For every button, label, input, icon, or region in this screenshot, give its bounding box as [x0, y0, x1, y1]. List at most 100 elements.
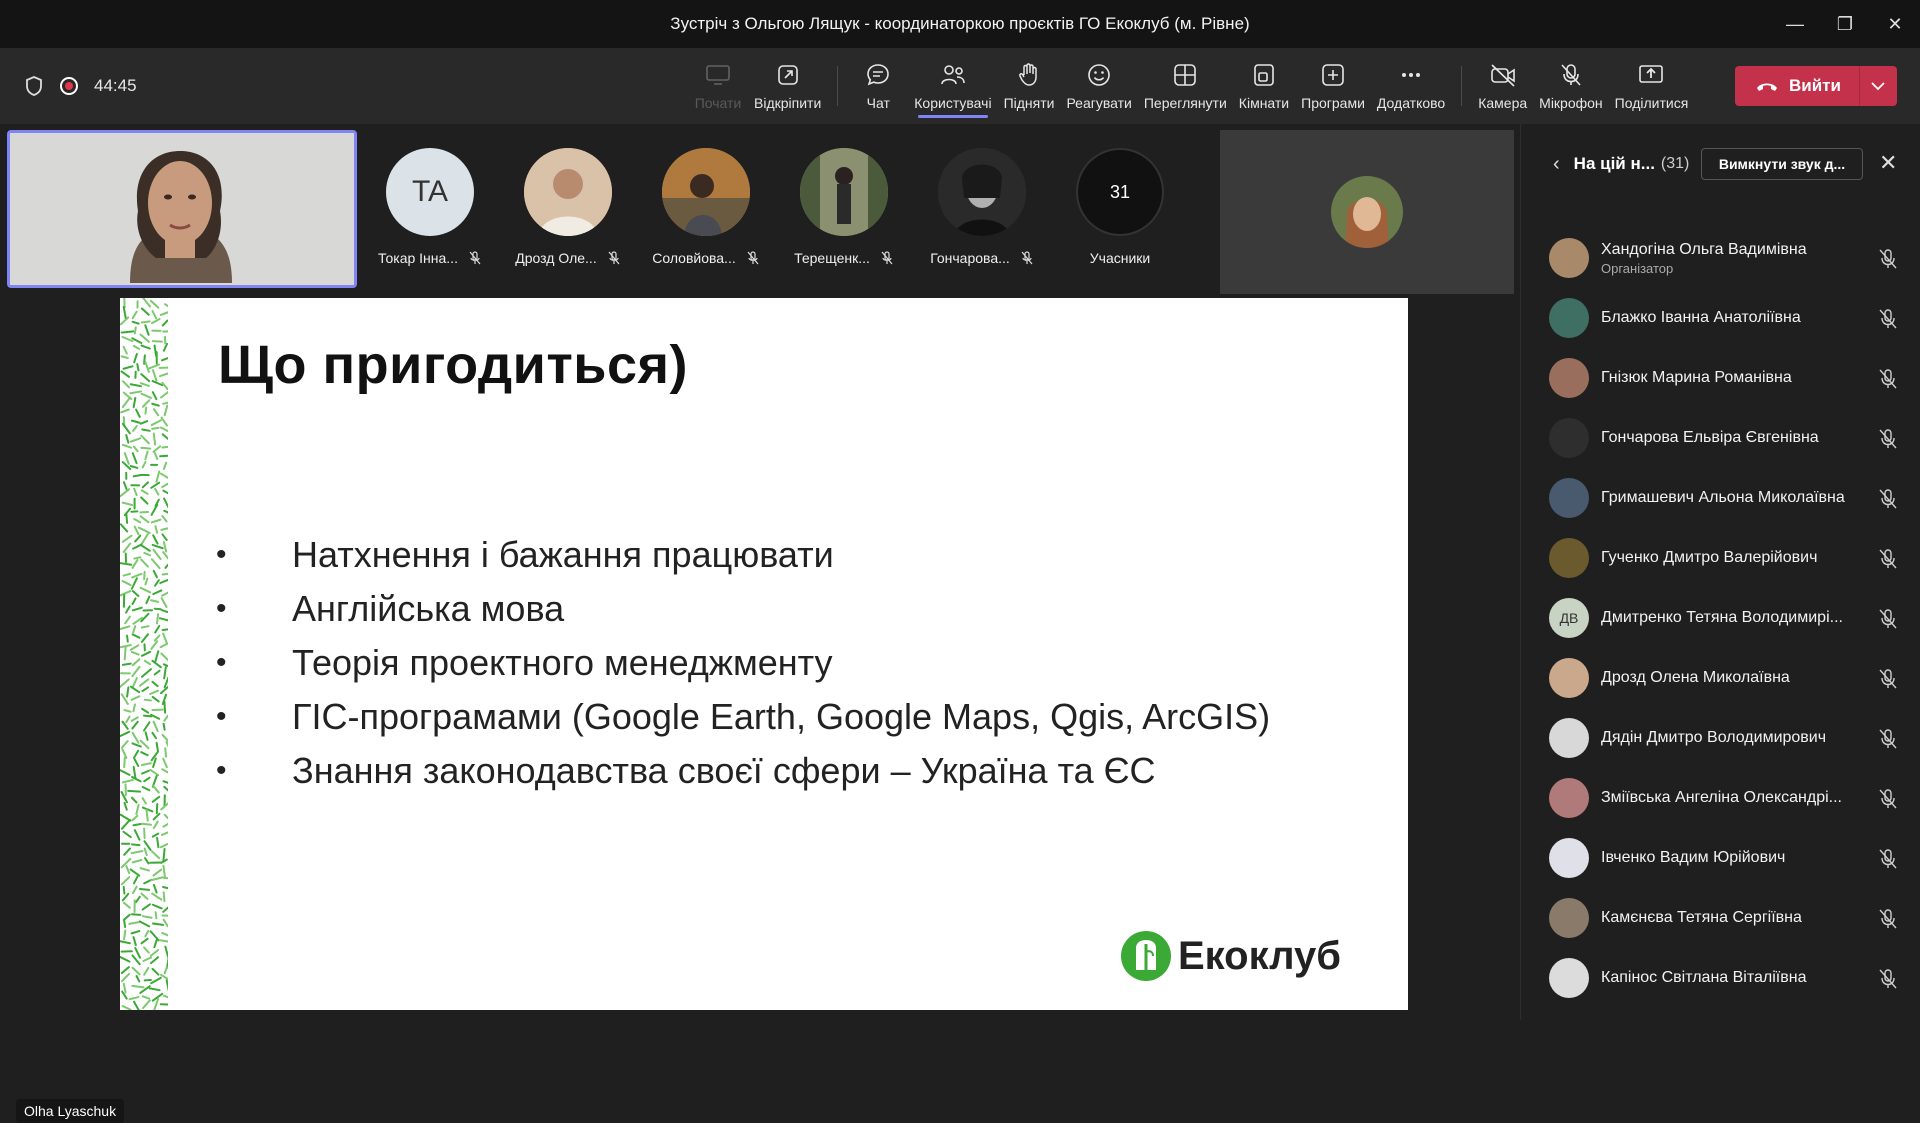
leave-options-button[interactable] [1859, 66, 1897, 106]
leaf-mark [132, 652, 139, 655]
toolbar-divider [837, 66, 838, 106]
popout-icon [774, 61, 802, 89]
raise-hand-button[interactable]: Підняти [998, 48, 1061, 124]
more-button[interactable]: Додатково [1371, 48, 1451, 124]
participants-count-tile[interactable]: 31 Учасники [1060, 148, 1180, 266]
people-button[interactable]: Користувачі [908, 48, 997, 124]
camera-off-icon [1489, 61, 1517, 89]
leaf-mark [129, 922, 139, 924]
leaf-mark [156, 912, 157, 918]
popout-button[interactable]: Відкріпити [748, 48, 827, 124]
leaf-mark [122, 741, 128, 747]
list-item[interactable]: Зміївська Ангеліна Олександрі... [1521, 768, 1920, 828]
leaf-mark [131, 438, 140, 441]
list-item[interactable]: Гримашевич Альона Миколаївна [1521, 468, 1920, 528]
leaf-mark [153, 797, 160, 802]
list-item[interactable]: Гнізюк Марина Романівна [1521, 348, 1920, 408]
leaf-mark [164, 781, 168, 783]
leave-button[interactable]: Вийти [1735, 66, 1859, 106]
chevron-left-icon[interactable]: ‹ [1553, 153, 1560, 176]
participant-tile[interactable]: Соловйова... [646, 148, 766, 266]
participant-tile[interactable]: Терещенк... [784, 148, 904, 266]
panel-title: На цій н... [1574, 154, 1655, 174]
share-button[interactable]: Поділитися [1609, 48, 1695, 124]
leaf-mark [154, 885, 157, 893]
leaf-mark [142, 763, 151, 765]
presenter-video[interactable] [7, 130, 357, 288]
leaf-mark [150, 988, 160, 990]
participant-video[interactable] [1220, 130, 1514, 294]
leaf-mark [155, 453, 157, 459]
leaf-mark [165, 304, 168, 307]
share-start-button[interactable]: Почати [688, 48, 748, 124]
leaf-mark [161, 844, 168, 847]
leaf-mark [136, 976, 139, 981]
leaf-mark [136, 805, 138, 814]
leaf-mark [126, 606, 130, 612]
leaf-mark [161, 428, 168, 432]
restore-button[interactable]: ❐ [1820, 0, 1870, 48]
share-label: Поділитися [1615, 95, 1689, 111]
apps-button[interactable]: Програми [1295, 48, 1371, 124]
leaf-mark [124, 915, 130, 920]
more-label: Додатково [1377, 95, 1445, 111]
list-item[interactable]: Дядін Дмитро Володимирович [1521, 708, 1920, 768]
leaf-mark [142, 634, 148, 642]
close-icon[interactable]: ✕ [1879, 150, 1897, 176]
apps-icon [1319, 61, 1347, 89]
participant-name: Дрозд Олена Миколаївна [1601, 669, 1881, 687]
list-item[interactable]: Гончарова Ельвіра Євгенівна [1521, 408, 1920, 468]
leaf-mark [145, 849, 147, 856]
close-button[interactable]: ✕ [1870, 0, 1920, 48]
chat-button[interactable]: Чат [848, 48, 908, 124]
leaf-mark [141, 741, 149, 749]
avatar [1549, 418, 1589, 458]
leaf-mark [134, 519, 140, 522]
microphone-button[interactable]: Мікрофон [1533, 48, 1609, 124]
leaf-mark [163, 491, 168, 494]
list-item[interactable]: Капінос Світлана Віталіївна [1521, 948, 1920, 1008]
avatar: TA [386, 148, 474, 236]
list-item[interactable]: Івченко Вадим Юрійович [1521, 828, 1920, 888]
react-label: Реагувати [1066, 95, 1131, 111]
leaf-mark [122, 974, 129, 981]
leaf-mark [163, 905, 168, 912]
list-item[interactable]: Дрозд Олена Миколаївна [1521, 648, 1920, 708]
list-item[interactable]: Блажко Іванна Анатоліївна [1521, 288, 1920, 348]
camera-button[interactable]: Камера [1472, 48, 1533, 124]
participant-tile[interactable]: Гончарова... [922, 148, 1042, 266]
bullet-text: Знання законодавства своєї сфери – Украї… [292, 750, 1156, 792]
leaf-mark [142, 894, 148, 899]
react-button[interactable]: Реагувати [1060, 48, 1137, 124]
list-item[interactable]: ДВДмитренко Тетяна Володимирі... [1521, 588, 1920, 648]
leaf-mark [160, 618, 168, 620]
mute-all-button[interactable]: Вимкнути звук д... [1701, 148, 1863, 180]
leaf-mark [120, 770, 130, 775]
leaf-mark [120, 591, 130, 595]
participant-info: Гученко Дмитро Валерійович [1601, 549, 1881, 567]
leaf-mark [141, 497, 147, 503]
leaf-mark [124, 347, 127, 354]
participant-tile[interactable]: TA Токар Інна... [370, 148, 490, 266]
leaf-mark [126, 435, 128, 443]
list-item[interactable]: Гученко Дмитро Валерійович [1521, 528, 1920, 588]
mic-off-icon [1877, 968, 1899, 990]
participant-tile[interactable]: Дрозд Оле... [508, 148, 628, 266]
leaf-mark [163, 574, 168, 575]
list-item[interactable]: Хандогіна Ольга ВадимівнаОрганізатор [1521, 228, 1920, 288]
minimize-button[interactable]: — [1770, 0, 1820, 48]
leaf-mark [144, 947, 149, 952]
rooms-button[interactable]: Кімнати [1233, 48, 1295, 124]
slide-bullet: •Англійська мова [216, 582, 1270, 636]
leaf-mark [127, 687, 128, 696]
leaf-mark [143, 996, 149, 998]
leaf-mark [134, 937, 136, 945]
leaf-mark [133, 560, 138, 568]
leaf-mark [122, 877, 129, 884]
share-start-label: Почати [695, 95, 742, 111]
leaf-mark [157, 614, 158, 623]
view-button[interactable]: Переглянути [1138, 48, 1233, 124]
leaf-mark [125, 617, 130, 624]
avatar [662, 148, 750, 236]
list-item[interactable]: Камєнєва Тетяна Сергіївна [1521, 888, 1920, 948]
